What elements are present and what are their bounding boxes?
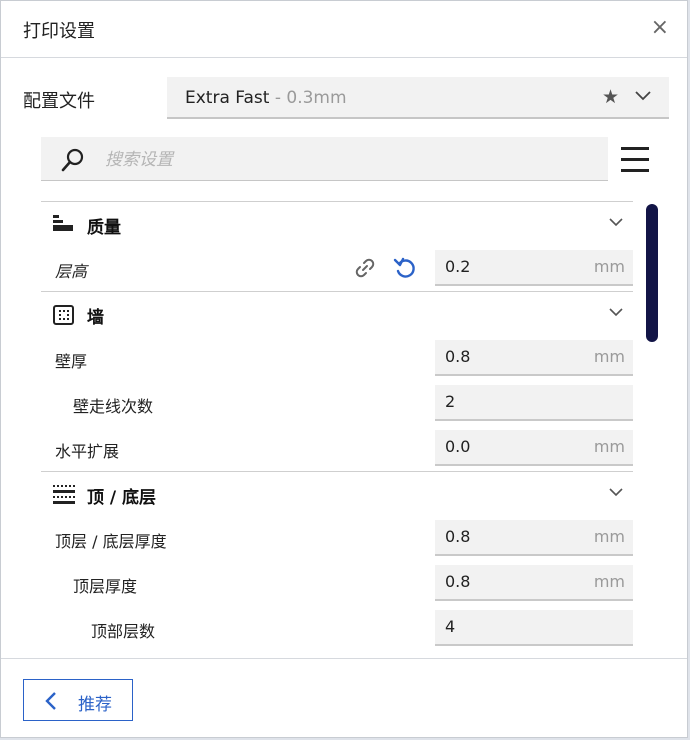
wall-thickness-field[interactable]: 0.8 mm [435,340,633,376]
settings-scrollbar[interactable] [646,204,658,342]
category-label: 顶 / 底层 [87,488,157,508]
wall-icon [53,305,74,325]
category-top-bottom[interactable]: 顶 / 底层 [41,471,633,515]
search-input[interactable] [103,147,587,173]
field-value: 0.8 [445,347,471,366]
setting-label: 顶层 / 底层厚度 [55,532,167,551]
setting-row-wall-thickness: 壁厚 0.8 mm [41,340,633,376]
field-value: 0.2 [445,257,471,276]
chevron-down-icon [609,218,623,227]
title-bar: 打印设置 × [1,1,687,58]
setting-label: 顶层厚度 [73,577,138,596]
setting-row-top-thickness: 顶层厚度 0.8 mm [41,565,633,601]
setting-label: 顶部层数 [91,622,156,641]
recommended-button[interactable]: 推荐 [23,679,133,721]
field-unit: mm [593,527,625,546]
top-layers-field[interactable]: 4 [435,610,633,646]
category-quality[interactable]: 质量 [41,201,633,245]
setting-label: 壁厚 [55,352,88,371]
profile-label: 配置文件 [23,91,95,112]
field-unit: mm [593,257,625,276]
dialog-footer: 推荐 [1,658,687,739]
quality-icon [53,215,73,231]
top-thickness-field[interactable]: 0.8 mm [435,565,633,601]
dialog-title: 打印设置 [23,21,95,42]
category-label: 墙 [87,308,104,328]
setting-row-wall-line-count: 壁走线次数 2 [41,385,633,421]
profile-layer-height: - 0.3mm [269,88,347,108]
field-value: 0.8 [445,527,471,546]
settings-list: 质量 层高 0.2 mm 墙 壁厚 0.8 mm 壁走线次数 2 水平扩展 0.… [41,201,633,657]
field-value: 0.8 [445,572,471,591]
top-bottom-icon [53,485,75,504]
top-bottom-thickness-field[interactable]: 0.8 mm [435,520,633,556]
profile-name-text: Extra Fast - 0.3mm [185,88,347,108]
chevron-down-icon [609,308,623,317]
close-icon[interactable]: × [651,15,669,41]
field-value: 2 [445,392,456,411]
category-label: 质量 [87,218,121,238]
field-unit: mm [593,347,625,366]
profile-name: Extra Fast [185,88,270,108]
setting-label: 水平扩展 [55,442,120,461]
setting-row-horizontal-expansion: 水平扩展 0.0 mm [41,430,633,466]
field-value: 0.0 [445,437,471,456]
setting-row-layer-height: 层高 0.2 mm [41,250,633,286]
field-value: 4 [445,617,456,636]
chevron-down-icon [609,488,623,497]
profile-dropdown[interactable]: Extra Fast - 0.3mm ★ [167,77,669,119]
field-unit: mm [593,437,625,456]
horizontal-expansion-field[interactable]: 0.0 mm [435,430,633,466]
recommended-label: 推荐 [78,695,112,715]
chevron-down-icon [635,91,651,101]
setting-row-top-bottom-thickness: 顶层 / 底层厚度 0.8 mm [41,520,633,556]
link-icon[interactable] [354,257,376,279]
wall-line-count-field[interactable]: 2 [435,385,633,421]
favorite-star-icon[interactable]: ★ [602,86,619,108]
setting-label: 层高 [55,262,88,281]
layer-height-field[interactable]: 0.2 mm [435,250,633,286]
setting-label: 壁走线次数 [73,397,154,416]
print-settings-dialog: 打印设置 × 配置文件 Extra Fast - 0.3mm ★ 质量 层高 [0,0,688,738]
search-bar [41,137,608,181]
category-walls[interactable]: 墙 [41,291,633,335]
search-icon [61,148,84,172]
chevron-left-icon [45,692,56,710]
setting-row-top-layers: 顶部层数 4 [41,610,633,646]
reset-icon[interactable] [393,256,417,280]
field-unit: mm [593,572,625,591]
settings-menu-icon[interactable] [619,145,649,173]
